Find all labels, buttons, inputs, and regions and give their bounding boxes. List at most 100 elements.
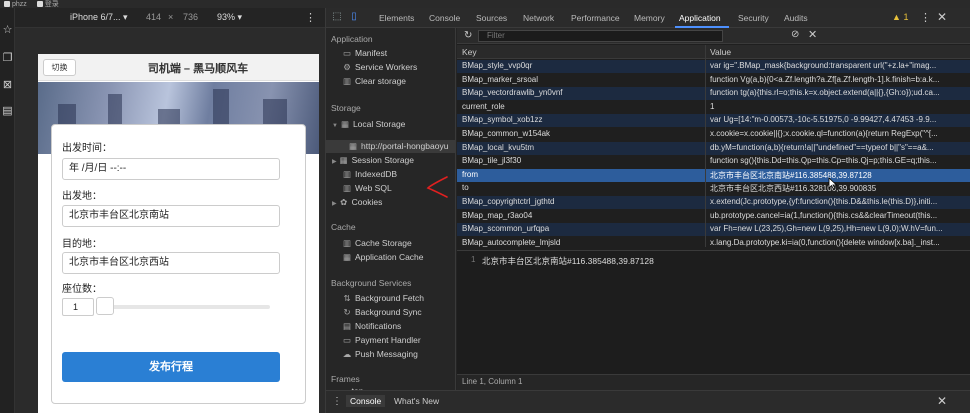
document-icon[interactable]: ▤ xyxy=(2,106,13,117)
sidebar-item-cache-storage[interactable]: ▥ Cache Storage xyxy=(342,238,412,249)
table-row[interactable]: BMap_symbol_xob1zz var Ug=[14:"m-0.00573,… xyxy=(457,114,970,128)
row-key[interactable]: from xyxy=(462,170,700,179)
row-value[interactable]: x.extend(Jc.prototype,{yf:function(){thi… xyxy=(710,197,968,206)
star-icon[interactable]: ☆ xyxy=(2,25,13,36)
from-input[interactable]: 北京市丰台区北京南站 xyxy=(62,205,280,227)
sidebar-item-background-sync[interactable]: ↻ Background Sync xyxy=(342,307,421,318)
device-select[interactable]: iPhone 6/7... ▾ xyxy=(70,12,128,23)
table-row[interactable]: BMap_vectordrawlib_yn0vnf function tg(a){… xyxy=(457,87,970,101)
seats-slider-thumb[interactable] xyxy=(96,297,114,315)
preview-value-text[interactable]: 北京市丰台区北京南站#116.385488,39.87128 xyxy=(482,255,654,267)
warning-badge[interactable]: ▲ 1 xyxy=(892,12,908,22)
sidebar-item-clear-storage[interactable]: ▥ Clear storage xyxy=(342,76,406,87)
row-key[interactable]: BMap_style_vvp0qr xyxy=(462,61,700,70)
row-key[interactable]: BMap_vectordrawlib_yn0vnf xyxy=(462,88,700,97)
delete-selected-icon[interactable]: ✕ xyxy=(808,28,817,41)
devtools-menu-icon[interactable]: ⋮ xyxy=(920,11,931,24)
sidebar-item-application-cache[interactable]: ▦ Application Cache xyxy=(342,252,424,263)
expand-arrow-icon[interactable]: ▶ xyxy=(332,159,337,165)
row-value[interactable]: ub.prototype.cancel=ia(1,function(){this… xyxy=(710,211,968,220)
tab-console[interactable]: Console xyxy=(429,13,460,23)
tab-audits[interactable]: Audits xyxy=(784,13,808,23)
row-key[interactable]: BMap_map_r3ao04 xyxy=(462,211,700,220)
row-key[interactable]: BMap_copyrightctrl_jgthtd xyxy=(462,197,700,206)
sidebar-item-manifest[interactable]: ▭ Manifest xyxy=(342,48,387,59)
seats-slider-track[interactable] xyxy=(98,305,270,309)
sidebar-item-payment-handler[interactable]: ▭ Payment Handler xyxy=(342,335,421,346)
row-key[interactable]: BMap_tile_jl3f30 xyxy=(462,156,700,165)
row-value[interactable]: var Fh=new L(23,25),Gh=new L(9,25),Hh=ne… xyxy=(710,224,968,233)
filter-input[interactable]: Filter xyxy=(478,30,723,42)
device-height-input[interactable]: 736 xyxy=(183,12,198,22)
table-row[interactable]: BMap_map_r3ao04 ub.prototype.cancel=ia(1,… xyxy=(457,209,970,223)
device-width-input[interactable]: 414 xyxy=(146,12,161,22)
tab-performance[interactable]: Performance xyxy=(571,13,620,23)
row-value[interactable]: function tg(a){this.rl=o;this.k=x.object… xyxy=(710,88,968,97)
row-value[interactable]: 1 xyxy=(710,102,968,111)
column-header-value[interactable]: Value xyxy=(710,47,731,57)
book-icon[interactable]: ❐ xyxy=(2,53,13,64)
row-value[interactable]: 北京市丰台区北京西站#116.328106,39.900835 xyxy=(710,183,968,194)
table-row[interactable]: BMap_local_kvu5tm db.yM=function(a,b){ret… xyxy=(457,141,970,155)
tab-elements[interactable]: Elements xyxy=(379,13,414,23)
table-row[interactable]: to 北京市丰台区北京西站#116.328106,39.900835 xyxy=(457,182,970,196)
tab-network[interactable]: Network xyxy=(523,13,554,23)
sidebar-item-session-storage[interactable]: ▶ ▦ Session Storage xyxy=(332,155,414,166)
table-row[interactable]: BMap_style_vvp0qr var ig=".BMap_mask{back… xyxy=(457,60,970,73)
row-value[interactable]: db.yM=function(a,b){return!a||"undefined… xyxy=(710,143,968,152)
row-value[interactable]: x.lang.Da.prototype.ki=ia(0,function(){d… xyxy=(710,238,968,247)
row-key[interactable]: BMap_common_w154ak xyxy=(462,129,700,138)
sidebar-item-websql[interactable]: ▥ Web SQL xyxy=(342,183,392,194)
row-key[interactable]: BMap_symbol_xob1zz xyxy=(462,115,700,124)
sidebar-item-cookies[interactable]: ▶ ✿ Cookies xyxy=(332,197,382,208)
table-row[interactable]: from 北京市丰台区北京南站#116.385488,39.87128 xyxy=(457,168,970,182)
depart-time-input[interactable]: 年 /月/日 --:-- xyxy=(62,158,280,180)
tab-sources[interactable]: Sources xyxy=(476,13,507,23)
close-devtools-icon[interactable]: ✕ xyxy=(937,10,947,24)
bookmark-item[interactable]: 登录 xyxy=(36,0,59,8)
tab-memory[interactable]: Memory xyxy=(634,13,665,23)
row-key[interactable]: current_role xyxy=(462,102,700,111)
zoom-select[interactable]: 93% ▾ xyxy=(217,12,242,23)
row-value[interactable]: function Vg(a,b){0<a.Zf.length?a.Zf[a.Zf… xyxy=(710,75,968,84)
row-key[interactable]: BMap_autocomplete_lmjsld xyxy=(462,238,700,247)
row-value[interactable]: 北京市丰台区北京南站#116.385488,39.87128 xyxy=(710,170,968,181)
publish-trip-button[interactable]: 发布行程 xyxy=(62,352,280,382)
table-row[interactable]: BMap_marker_srsoal function Vg(a,b){0<a.Z… xyxy=(457,73,970,87)
sidebar-item-push-messaging[interactable]: ☁ Push Messaging xyxy=(342,349,418,360)
row-key[interactable]: BMap_marker_srsoal xyxy=(462,75,700,84)
drawer-menu-icon[interactable]: ⋮ xyxy=(332,396,342,407)
table-row[interactable]: BMap_tile_jl3f30 function sg(){this.Dd=th… xyxy=(457,155,970,169)
sidebar-item-background-fetch[interactable]: ⇅ Background Fetch xyxy=(342,293,424,304)
clear-all-icon[interactable]: ⊘ xyxy=(791,29,799,40)
table-row[interactable]: BMap_copyrightctrl_jgthtd x.extend(Jc.pro… xyxy=(457,196,970,209)
refresh-icon[interactable]: ↻ xyxy=(464,30,472,41)
tab-security[interactable]: Security xyxy=(738,13,769,23)
expand-arrow-icon[interactable]: ▶ xyxy=(332,201,337,207)
sidebar-item-local-storage[interactable]: ▼ ▦ Local Storage xyxy=(332,119,405,130)
sidebar-item-local-storage-origin[interactable]: ▦ http://portal-hongbaoyu xyxy=(348,141,448,152)
table-row[interactable]: BMap_common_w154ak x.cookie=x.cookie||{};… xyxy=(457,128,970,141)
row-key[interactable]: BMap_scommon_urfqpa xyxy=(462,224,700,233)
row-key[interactable]: BMap_local_kvu5tm xyxy=(462,143,700,152)
switch-button[interactable]: 切换 xyxy=(43,59,76,76)
inspect-icon[interactable]: ⬚ xyxy=(331,11,343,23)
bookmark-item[interactable]: phzz xyxy=(4,1,27,8)
table-row[interactable]: BMap_scommon_urfqpa var Fh=new L(23,25),G… xyxy=(457,223,970,237)
drawer-tab-console[interactable]: Console xyxy=(346,395,386,407)
column-divider[interactable] xyxy=(705,45,706,247)
table-row[interactable]: current_role 1 xyxy=(457,100,970,114)
to-input[interactable]: 北京市丰台区北京西站 xyxy=(62,252,280,274)
row-value[interactable]: var Ug=[14:"m-0.00573,-10c-5.51975,0 -9.… xyxy=(710,115,968,124)
close-drawer-icon[interactable]: ✕ xyxy=(937,394,947,408)
tab-application[interactable]: Application xyxy=(679,13,721,23)
sidebar-item-service-workers[interactable]: ⚙ Service Workers xyxy=(342,62,417,73)
history-icon[interactable]: ⊠ xyxy=(2,80,13,91)
device-toggle-icon[interactable]: ▯ xyxy=(348,11,360,23)
sidebar-item-indexeddb[interactable]: ▥ IndexedDB xyxy=(342,169,397,180)
expand-arrow-icon[interactable]: ▼ xyxy=(332,123,338,129)
table-row[interactable]: BMap_autocomplete_lmjsld x.lang.Da.protot… xyxy=(457,236,970,250)
column-header-key[interactable]: Key xyxy=(462,47,477,57)
row-value[interactable]: function sg(){this.Dd=this.Qp=this.Cp=th… xyxy=(710,156,968,165)
row-key[interactable]: to xyxy=(462,183,700,192)
